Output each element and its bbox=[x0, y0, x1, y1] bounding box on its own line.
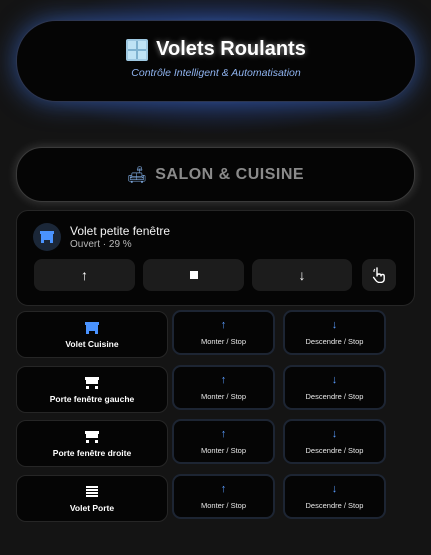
close-cover-button[interactable]: ↓ bbox=[252, 259, 352, 291]
page-subtitle: Contrôle Intelligent & Automatisation bbox=[131, 67, 301, 79]
cover-card-volet-cuisine[interactable]: Volet Cuisine bbox=[16, 311, 168, 358]
arrow-up-icon: ↑ bbox=[220, 374, 227, 386]
cover-up-button[interactable]: ↑ Monter / Stop bbox=[172, 365, 275, 410]
main-cover-state: Ouvert · 29 % bbox=[70, 239, 132, 250]
down-label: Descendre / Stop bbox=[305, 501, 364, 510]
shutter-icon bbox=[85, 322, 99, 334]
cover-down-button[interactable]: ↓ Descendre / Stop bbox=[283, 419, 386, 464]
arrow-up-icon: ↑ bbox=[220, 483, 227, 495]
window-icon bbox=[126, 38, 149, 61]
cover-down-button[interactable]: ↓ Descendre / Stop bbox=[283, 310, 386, 355]
arrow-up-icon: ↑ bbox=[220, 319, 227, 331]
cover-down-button[interactable]: ↓ Descendre / Stop bbox=[283, 474, 386, 519]
up-label: Monter / Stop bbox=[200, 392, 247, 401]
stop-cover-button[interactable] bbox=[143, 259, 244, 291]
cover-down-button[interactable]: ↓ Descendre / Stop bbox=[283, 365, 386, 410]
cover-up-button[interactable]: ↑ Monter / Stop bbox=[172, 419, 275, 464]
main-cover-card: Volet petite fenêtre Ouvert · 29 % ↑ ↓ bbox=[16, 210, 415, 306]
section-title: SALON & CUISINE bbox=[155, 165, 305, 183]
open-cover-button[interactable]: ↑ bbox=[34, 259, 135, 291]
shutter-icon bbox=[85, 431, 99, 443]
cover-card-porte-fenetre-droite[interactable]: Porte fenêtre droite bbox=[16, 420, 168, 467]
arrow-down-icon: ↓ bbox=[331, 428, 338, 440]
arrow-down-icon: ↓ bbox=[331, 319, 338, 331]
shutter-icon[interactable] bbox=[33, 223, 61, 251]
tap-finger-icon bbox=[372, 267, 385, 283]
stop-icon bbox=[189, 271, 198, 279]
header-banner: Volets Roulants Contrôle Intelligent & A… bbox=[16, 20, 416, 102]
down-label: Descendre / Stop bbox=[305, 446, 364, 455]
cover-up-button[interactable]: ↑ Monter / Stop bbox=[172, 310, 275, 355]
cover-name: Volet Cuisine bbox=[65, 339, 119, 349]
cover-name: Porte fenêtre droite bbox=[52, 448, 132, 458]
sofa-lamp-icon: 🛋 bbox=[126, 166, 148, 184]
shutter-icon bbox=[85, 377, 99, 389]
cover-card-volet-porte[interactable]: Volet Porte bbox=[16, 475, 168, 522]
arrow-up-icon: ↑ bbox=[81, 267, 88, 283]
tap-action-button[interactable] bbox=[362, 259, 396, 291]
up-label: Monter / Stop bbox=[200, 446, 247, 455]
cover-name: Volet Porte bbox=[69, 503, 115, 513]
page-title: Volets Roulants bbox=[156, 38, 306, 60]
up-label: Monter / Stop bbox=[200, 501, 247, 510]
down-label: Descendre / Stop bbox=[305, 337, 364, 346]
down-label: Descendre / Stop bbox=[305, 392, 364, 401]
section-header: 🛋 SALON & CUISINE bbox=[16, 147, 415, 202]
blinds-icon bbox=[86, 486, 98, 498]
main-cover-name: Volet petite fenêtre bbox=[70, 224, 171, 238]
arrow-down-icon: ↓ bbox=[331, 374, 338, 386]
up-label: Monter / Stop bbox=[200, 337, 247, 346]
cover-card-porte-fenetre-gauche[interactable]: Porte fenêtre gauche bbox=[16, 366, 168, 413]
cover-up-button[interactable]: ↑ Monter / Stop bbox=[172, 474, 275, 519]
arrow-down-icon: ↓ bbox=[331, 483, 338, 495]
arrow-down-icon: ↓ bbox=[298, 267, 306, 283]
arrow-up-icon: ↑ bbox=[220, 428, 227, 440]
cover-name: Porte fenêtre gauche bbox=[49, 394, 135, 404]
